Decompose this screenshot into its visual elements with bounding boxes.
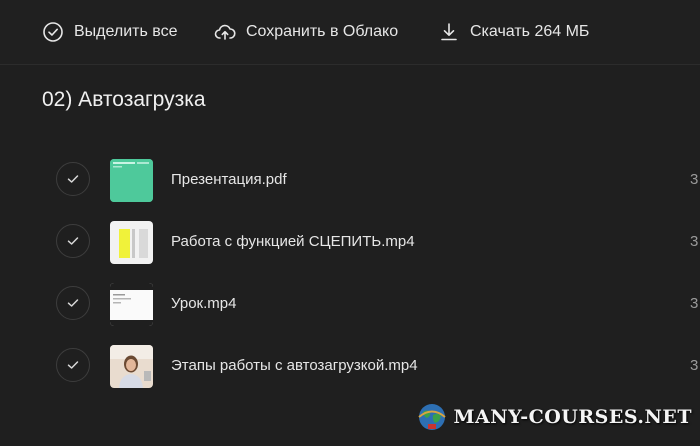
check-icon [67, 237, 79, 245]
file-size: 3 [690, 171, 699, 188]
toolbar: Выделить все Сохранить в Облако Скачать … [0, 0, 700, 65]
row-checkbox[interactable] [56, 162, 90, 196]
download-icon [441, 23, 457, 41]
cloud-upload-icon [214, 24, 236, 40]
folder-title: 02) Автозагрузка [42, 88, 206, 111]
video-thumbnail [110, 345, 153, 388]
select-all-button[interactable]: Выделить все [42, 20, 177, 44]
file-size: 3 [690, 233, 699, 250]
file-name[interactable]: Урок.mp4 [171, 295, 236, 312]
check-icon [67, 361, 79, 369]
file-size: 3 [690, 295, 699, 312]
file-name[interactable]: Презентация.pdf [171, 171, 287, 188]
presenter-preview-image [110, 345, 153, 388]
check-icon [67, 299, 79, 307]
watermark: MANY-COURSES.NET [417, 402, 692, 432]
select-all-label: Выделить все [74, 23, 178, 40]
file-row[interactable]: Презентация.pdf 3 [0, 150, 700, 210]
row-checkbox[interactable] [56, 348, 90, 382]
video-preview-image [110, 283, 153, 326]
video-thumbnail [110, 283, 153, 326]
download-label: Скачать 264 МБ [470, 23, 590, 40]
watermark-text: MANY-COURSES.NET [453, 406, 692, 428]
row-checkbox[interactable] [56, 224, 90, 258]
check-icon [67, 175, 79, 183]
pdf-thumbnail [110, 159, 153, 202]
check-circle-icon [43, 22, 63, 42]
globe-logo-icon [418, 404, 447, 430]
video-thumbnail [110, 221, 153, 264]
save-to-cloud-button[interactable]: Сохранить в Облако [214, 20, 398, 44]
download-button[interactable]: Скачать 264 МБ [438, 20, 589, 44]
row-checkbox[interactable] [56, 286, 90, 320]
video-preview-image [110, 221, 153, 264]
file-row[interactable]: Этапы работы с автозагрузкой.mp4 3 [0, 336, 700, 396]
pdf-preview-image [110, 159, 153, 202]
file-row[interactable]: Урок.mp4 3 [0, 274, 700, 334]
save-to-cloud-label: Сохранить в Облако [246, 23, 399, 40]
file-row[interactable]: Работа с функцией СЦЕПИТЬ.mp4 3 [0, 212, 700, 272]
file-size: 3 [690, 357, 699, 374]
file-name[interactable]: Этапы работы с автозагрузкой.mp4 [171, 357, 418, 374]
file-name[interactable]: Работа с функцией СЦЕПИТЬ.mp4 [171, 233, 415, 250]
